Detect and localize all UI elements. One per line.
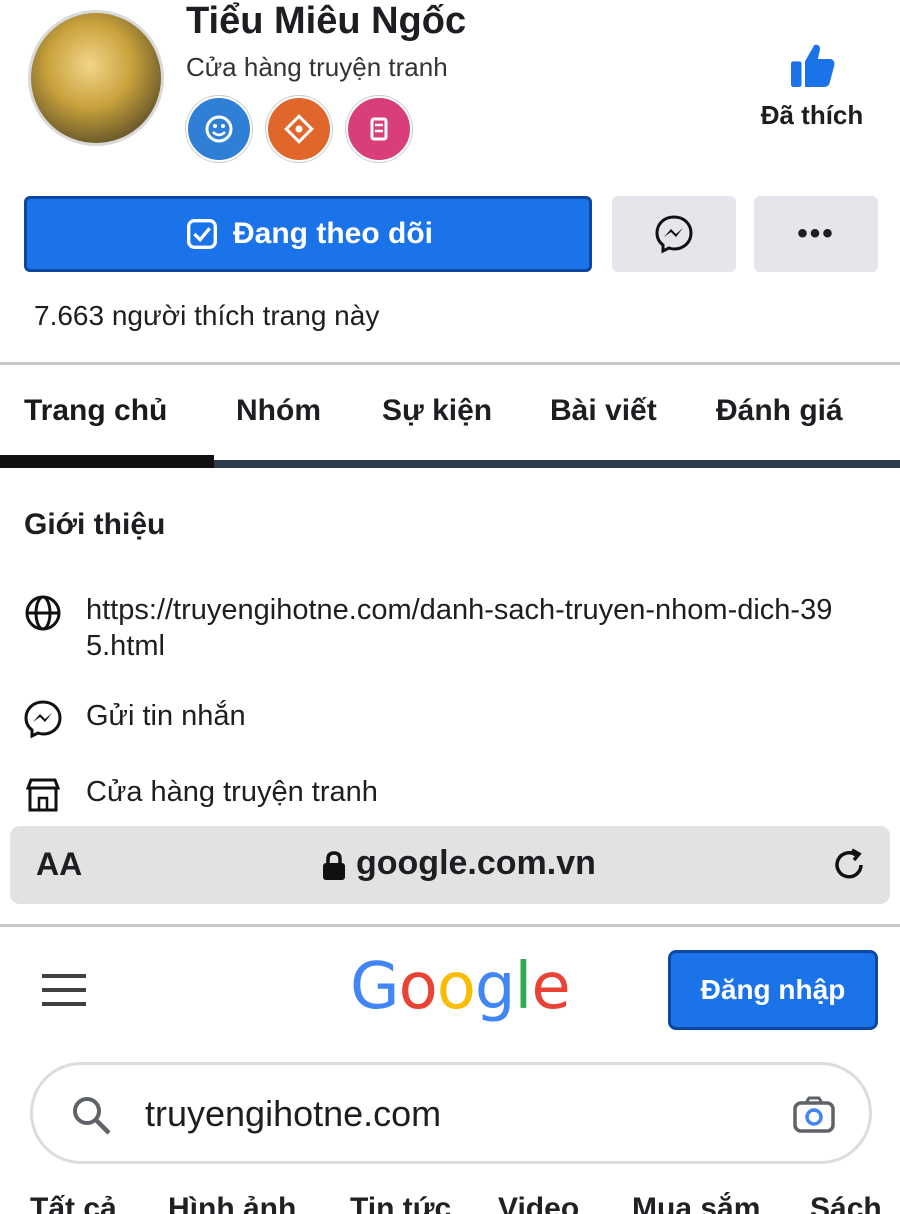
gtab-books[interactable]: Sách <box>810 1192 882 1214</box>
following-label: Đang theo dõi <box>233 217 433 250</box>
liked-label: Đã thích <box>760 100 864 130</box>
google-result-tabs: Tất cả Hình ảnh Tin tức Video Mua sắm Sá… <box>0 1192 900 1214</box>
following-button[interactable]: Đang theo dõi <box>24 196 592 272</box>
sign-in-button[interactable]: Đăng nhập <box>668 950 878 1030</box>
gtab-all[interactable]: Tất cả <box>30 1192 117 1214</box>
shop-icon <box>25 778 61 812</box>
tab-events[interactable]: Sự kiện <box>382 394 492 428</box>
shop-category: Cửa hàng truyện tranh <box>86 776 378 808</box>
check-bookmark-icon <box>187 219 217 249</box>
tab-home[interactable]: Trang chủ <box>24 394 167 428</box>
page-name: Tiểu Miêu Ngốc <box>186 0 467 42</box>
gtab-video[interactable]: Video <box>498 1192 579 1214</box>
liked-button[interactable]: Đã thích <box>756 38 868 131</box>
send-message-link[interactable]: Gửi tin nhắn <box>86 700 246 733</box>
address-url[interactable]: google.com.vn <box>356 844 596 883</box>
globe-icon <box>25 595 61 631</box>
thumbs-up-icon <box>791 44 835 87</box>
pink-sticker-icon[interactable] <box>346 96 412 162</box>
page-avatar[interactable] <box>28 10 164 146</box>
tab-posts[interactable]: Bài viết <box>550 394 657 428</box>
sticker-row <box>186 96 412 162</box>
divider <box>0 362 900 365</box>
divider <box>0 924 900 927</box>
search-icon[interactable] <box>69 1093 113 1137</box>
hamburger-menu-icon[interactable] <box>40 970 88 1010</box>
text-size-button[interactable]: AA <box>36 846 82 883</box>
messenger-icon <box>24 700 62 739</box>
more-options-button[interactable]: ••• <box>754 196 878 272</box>
tab-groups[interactable]: Nhóm <box>236 394 321 428</box>
lock-icon <box>323 851 345 880</box>
search-box[interactable]: truyengihotne.com <box>30 1062 872 1164</box>
gtab-news[interactable]: Tin tức <box>350 1192 451 1214</box>
likes-count: 7.663 người thích trang này <box>34 300 380 331</box>
blue-sticker-icon[interactable] <box>186 96 252 162</box>
search-input[interactable]: truyengihotne.com <box>145 1093 441 1135</box>
tab-reviews[interactable]: Đánh giá <box>716 394 843 428</box>
gtab-images[interactable]: Hình ảnh <box>168 1192 296 1214</box>
page-category: Cửa hàng truyện tranh <box>186 52 448 82</box>
reload-icon[interactable] <box>828 844 870 886</box>
browser-address-bar[interactable]: AA google.com.vn <box>10 826 890 904</box>
gtab-shopping[interactable]: Mua sắm <box>632 1192 760 1214</box>
camera-lens-icon[interactable] <box>791 1093 837 1139</box>
google-logo[interactable]: Google <box>350 950 571 1024</box>
active-tab-indicator <box>0 455 214 468</box>
messenger-button[interactable] <box>612 196 736 272</box>
messenger-icon <box>655 215 693 254</box>
intro-title: Giới thiệu <box>24 508 166 541</box>
orange-sticker-icon[interactable] <box>266 96 332 162</box>
website-link[interactable]: https://truyengihotne.com/danh-sach-truy… <box>86 592 846 664</box>
